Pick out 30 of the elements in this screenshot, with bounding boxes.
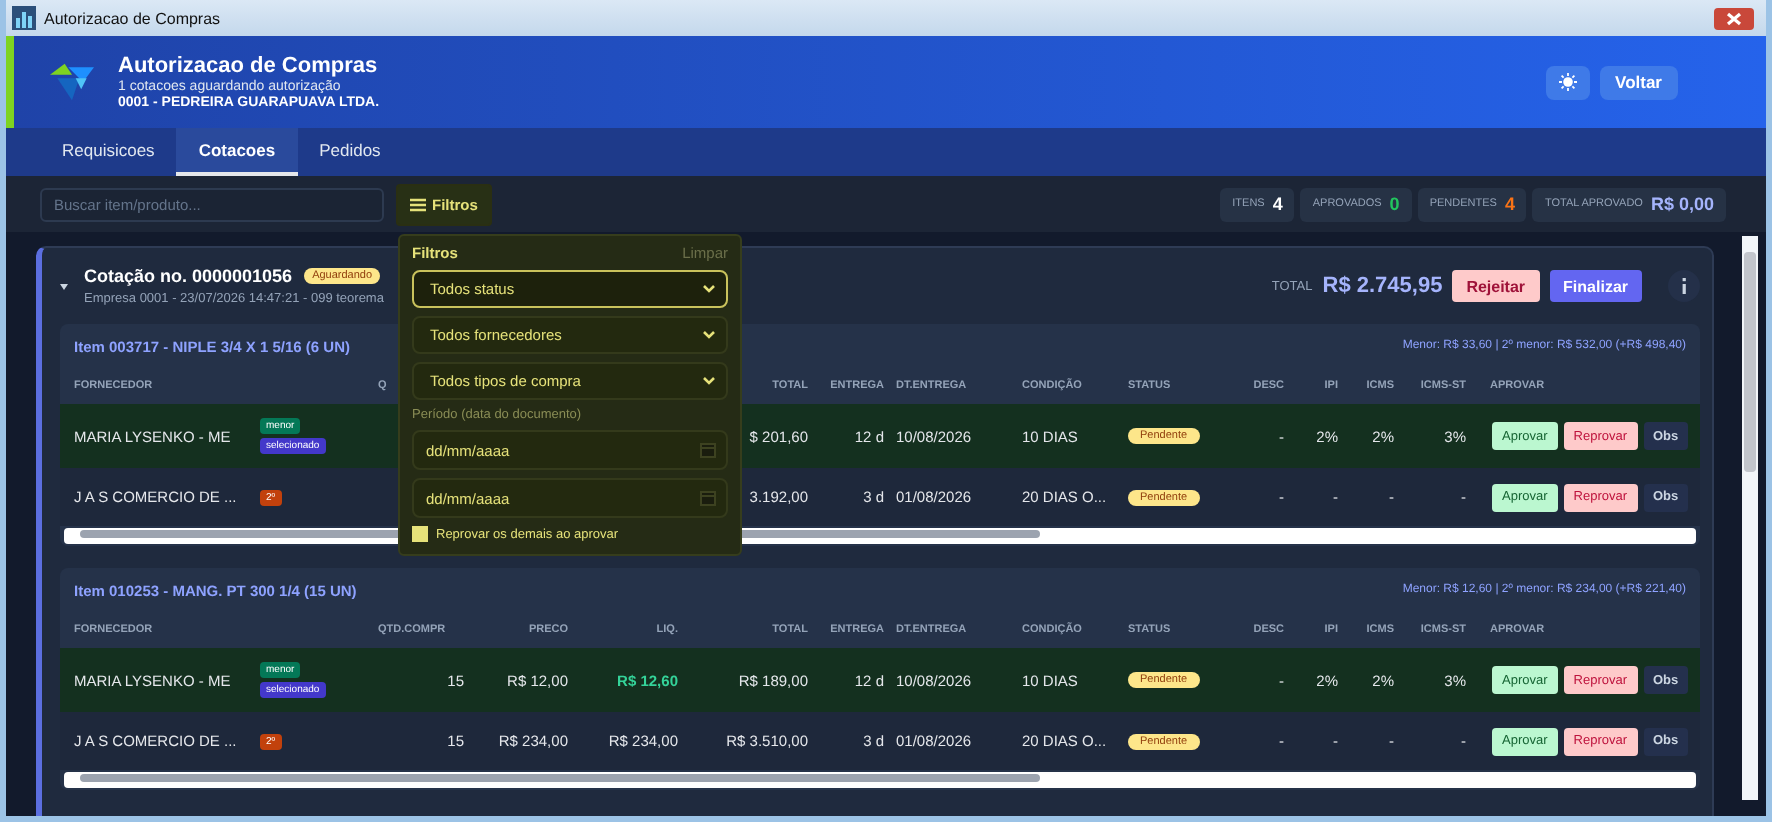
calendar-icon [700,490,716,506]
stat-value: 4 [1504,194,1515,214]
chevron-icon [702,284,716,294]
stat-value: R$ 0,00 [1650,194,1714,214]
logo-icon [46,60,98,104]
info-icon[interactable] [1668,270,1700,302]
horizontal-scrollbar[interactable] [64,772,1696,788]
page-title: Autorizacao de Compras [118,54,380,78]
caret-icon[interactable] [60,283,68,289]
stat-value: 4 [1272,194,1283,214]
sun-icon [1557,72,1578,92]
tab[interactable]: Pedidos [297,128,403,176]
chevron-icon [702,376,716,386]
vertical-scrollbar[interactable] [1742,236,1758,800]
reject-button[interactable]: Rejeitar [1452,270,1540,302]
stat-value: 0 [1389,194,1400,214]
tab[interactable]: Cotacoes [176,128,298,176]
calendar-icon [700,442,716,458]
menu-icon [410,197,426,211]
total-value: R$ 2.745,95 [1322,274,1443,298]
tab[interactable]: Requisicoes [40,128,177,176]
close-icon[interactable] [1714,7,1754,29]
chevron-icon [702,330,716,340]
theme-button[interactable] [1545,65,1590,99]
checkbox[interactable] [412,526,428,542]
quote-title: Cotação no. 0000001056 [84,266,293,286]
app-icon [12,6,36,30]
window-title: Autorizacao de Compras [44,9,221,27]
finish-button[interactable]: Finalizar [1549,270,1642,302]
back-button[interactable]: Voltar [1599,65,1678,99]
